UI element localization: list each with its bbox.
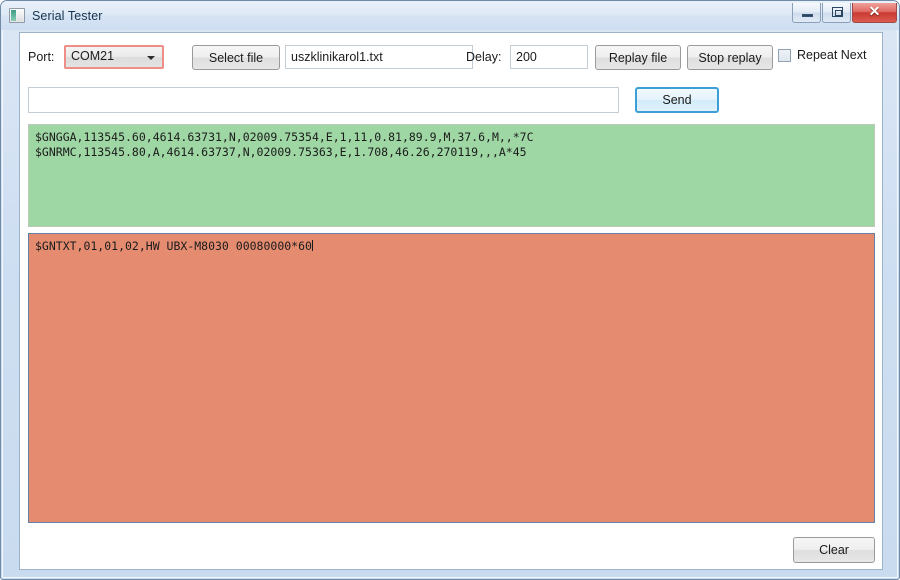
window-controls: ✕ [791,3,897,23]
port-selected-value: COM21 [71,49,115,63]
maximize-button[interactable] [822,3,851,23]
delay-input[interactable]: 200 [510,45,588,69]
clear-button[interactable]: Clear [793,537,875,563]
port-combobox[interactable]: COM21 [64,45,164,69]
received-log-area[interactable]: $GNGGA,113545.60,4614.63731,N,02009.7535… [28,124,875,227]
close-button[interactable]: ✕ [852,3,897,23]
replay-file-button[interactable]: Replay file [595,45,681,70]
maximize-icon [832,7,843,17]
checkbox-box-icon [778,48,791,62]
minimize-button[interactable] [792,3,821,23]
chevron-down-icon [147,56,155,60]
minimize-icon [802,14,813,17]
close-icon: ✕ [868,4,881,20]
sent-log-area[interactable]: $GNTXT,01,01,02,HW UBX-M8030 00080000*60 [28,233,875,523]
repeat-next-label: Repeat Next [797,48,867,62]
title-bar[interactable]: Serial Tester ✕ [1,1,899,30]
send-button[interactable]: Send [635,87,719,113]
window-form-icon [9,8,25,23]
client-panel: Port: COM21 Select file uszklinikarol1.t… [19,32,883,570]
port-label: Port: [28,50,55,64]
file-path-input[interactable]: uszklinikarol1.txt [285,45,473,69]
stop-replay-button[interactable]: Stop replay [687,45,773,70]
sent-log-text: $GNTXT,01,01,02,HW UBX-M8030 00080000*60 [35,239,312,253]
text-caret [311,240,313,251]
toolbar-row: Port: COM21 Select file uszklinikarol1.t… [20,33,882,77]
send-text-input[interactable] [28,87,619,113]
window-title: Serial Tester [32,8,103,23]
application-window: Serial Tester ✕ Port: COM21 Select file … [0,0,900,580]
select-file-button[interactable]: Select file [192,45,280,70]
delay-label: Delay: [466,50,502,64]
repeat-next-checkbox[interactable]: Repeat Next [778,48,866,62]
